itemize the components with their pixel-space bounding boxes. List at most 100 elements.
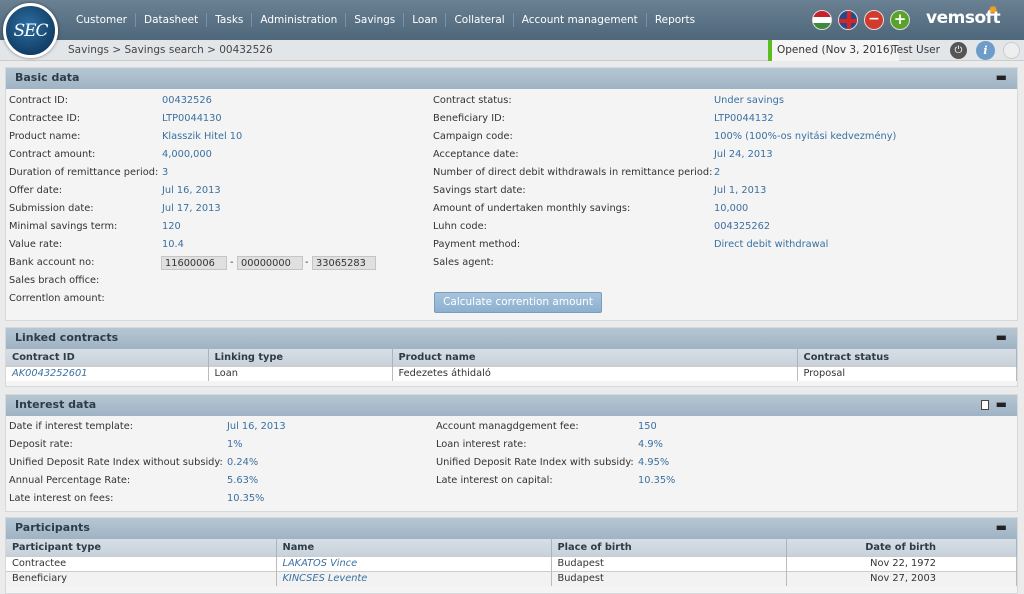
interest-data-panel: Interest data ▬ Date if interest template… xyxy=(5,394,1018,512)
basic-field-label: Contract ID: xyxy=(9,95,68,106)
interest-field-value: Jul 16, 2013 xyxy=(227,421,286,432)
panel-header[interactable]: Linked contracts ▬ xyxy=(6,328,1017,349)
menu-datasheet[interactable]: Datasheet xyxy=(136,13,208,27)
panel-header[interactable]: Interest data ▬ xyxy=(6,395,1017,416)
basic-field-value: LTP0044130 xyxy=(162,113,222,124)
basic-field-label: Acceptance date: xyxy=(433,149,519,160)
basic-field-label: Submission date: xyxy=(9,203,94,214)
user-name: Test User xyxy=(892,44,940,56)
table-cell: Nov 22, 1972 xyxy=(786,555,1017,571)
english-flag-icon[interactable] xyxy=(838,10,858,30)
basic-field-label: Beneficiary ID: xyxy=(433,113,505,124)
menu-tasks[interactable]: Tasks xyxy=(207,13,253,27)
interest-field-label: Account managdgement fee: xyxy=(436,421,579,432)
correntlon-amount-label: Correntlon amount: xyxy=(9,293,105,304)
basic-field-value: Jul 17, 2013 xyxy=(162,203,221,214)
breadcrumb-bar: Savings > Savings search > 00432526 Open… xyxy=(0,40,1024,61)
interest-field-label: Annual Percentage Rate: xyxy=(9,475,131,486)
disabled-button-icon xyxy=(1003,42,1020,59)
participant-name-link[interactable]: LAKATOS Vince xyxy=(276,555,552,571)
menu-collateral[interactable]: Collateral xyxy=(446,13,514,27)
table-cell: Nov 27, 2003 xyxy=(786,570,1017,586)
power-icon[interactable]: ⏻ xyxy=(950,42,967,59)
column-header[interactable]: Product name xyxy=(392,349,798,366)
table-cell: Budapest xyxy=(551,555,787,571)
remove-icon[interactable]: − xyxy=(864,10,884,30)
interest-field-label: Loan interest rate: xyxy=(436,439,527,450)
basic-field-label: Contractee ID: xyxy=(9,113,81,124)
column-header[interactable]: Participant type xyxy=(6,539,277,556)
panel-header[interactable]: Basic data ▬ xyxy=(6,68,1017,89)
collapse-icon[interactable]: ▬ xyxy=(996,397,1007,411)
basic-field-label: Campaign code: xyxy=(433,131,513,142)
sun-icon: ✹ xyxy=(988,3,998,17)
linked-contracts-panel: Linked contracts ▬ Contract ID Linking ty… xyxy=(5,327,1018,387)
collapse-icon[interactable]: ▬ xyxy=(996,330,1007,344)
table-cell: Budapest xyxy=(551,570,787,586)
add-icon[interactable]: + xyxy=(890,10,910,30)
basic-field-value: 00432526 xyxy=(162,95,212,106)
menu-savings[interactable]: Savings xyxy=(346,13,405,27)
app-logo[interactable]: SEC xyxy=(3,3,58,58)
info-icon[interactable]: i xyxy=(976,41,995,60)
table-cell: Proposal xyxy=(797,365,1017,381)
basic-field-label: Contract status: xyxy=(433,95,512,106)
basic-field-value: Jul 1, 2013 xyxy=(714,185,767,196)
brand-logo: vemsoft ✹ xyxy=(926,3,1001,28)
menu-loan[interactable]: Loan xyxy=(404,13,447,27)
interest-field-value: 4.9% xyxy=(638,439,663,450)
table-row[interactable]: AK0043252601 Loan Fedezetes áthidaló Pro… xyxy=(6,365,1017,381)
basic-field-label: Duration of remittance period: xyxy=(9,167,159,178)
sales-office-label: Sales brach office: xyxy=(9,275,100,286)
table-cell: Loan xyxy=(208,365,393,381)
table-cell: Fedezetes áthidaló xyxy=(392,365,798,381)
basic-data-panel: Basic data ▬ Contract ID: 00432526 Contract… xyxy=(5,67,1018,321)
participants-table: Participant type Name Place of birth Dat… xyxy=(6,539,1017,586)
bank-account-part-2[interactable]: 00000000 xyxy=(237,256,303,270)
column-header[interactable]: Contract ID xyxy=(6,349,209,366)
column-header[interactable]: Place of birth xyxy=(551,539,787,556)
main-menu: Customer Datasheet Tasks Administration … xyxy=(68,0,703,40)
document-icon[interactable] xyxy=(981,400,989,410)
column-header[interactable]: Contract status xyxy=(797,349,1017,366)
table-row[interactable]: Contractee LAKATOS Vince Budapest Nov 22… xyxy=(6,555,1017,571)
basic-field-value: 004325262 xyxy=(714,221,771,232)
basic-field-label: Luhn code: xyxy=(433,221,487,232)
top-navigation-bar: Customer Datasheet Tasks Administration … xyxy=(0,0,1024,40)
contract-id-link[interactable]: AK0043252601 xyxy=(6,365,209,381)
bank-account-part-3[interactable]: 33065283 xyxy=(312,256,376,270)
participants-panel: Participants ▬ Participant type Name Plac… xyxy=(5,517,1018,594)
basic-field-label: Product name: xyxy=(9,131,81,142)
collapse-icon[interactable]: ▬ xyxy=(996,520,1007,534)
basic-field-value: 4,000,000 xyxy=(162,149,212,160)
separator: - xyxy=(305,257,309,268)
panel-header[interactable]: Participants ▬ xyxy=(6,518,1017,539)
breadcrumb[interactable]: Savings > Savings search > 00432526 xyxy=(68,44,273,56)
basic-field-value: Jul 24, 2013 xyxy=(714,149,773,160)
menu-account-management[interactable]: Account management xyxy=(514,13,647,27)
basic-field-value: 10.4 xyxy=(162,239,184,250)
bank-account-part-1[interactable]: 11600006 xyxy=(161,256,227,270)
collapse-icon[interactable]: ▬ xyxy=(996,70,1007,84)
table-cell: Contractee xyxy=(6,555,277,571)
hungarian-flag-icon[interactable] xyxy=(812,10,832,30)
interest-field-value: 10.35% xyxy=(227,493,265,504)
menu-customer[interactable]: Customer xyxy=(68,13,137,27)
interest-field-label: Unified Deposit Rate Index without subsi… xyxy=(9,457,223,468)
menu-reports[interactable]: Reports xyxy=(647,13,703,27)
participant-name-link[interactable]: KINCSES Levente xyxy=(276,570,552,586)
interest-field-value: 0.24% xyxy=(227,457,259,468)
column-header[interactable]: Date of birth xyxy=(786,539,1017,556)
basic-field-label: Payment method: xyxy=(433,239,521,250)
basic-field-value: Under savings xyxy=(714,95,784,106)
basic-field-value: 100% (100%-os nyitási kedvezmény) xyxy=(714,131,897,142)
calculate-corrention-button[interactable]: Calculate corrention amount xyxy=(434,292,602,313)
column-header[interactable]: Name xyxy=(276,539,552,556)
basic-field-value: 10,000 xyxy=(714,203,749,214)
column-header[interactable]: Linking type xyxy=(208,349,393,366)
menu-administration[interactable]: Administration xyxy=(252,13,347,27)
basic-field-value: 2 xyxy=(714,167,721,178)
table-row[interactable]: Beneficiary KINCSES Levente Budapest Nov… xyxy=(6,570,1017,586)
interest-field-value: 4.95% xyxy=(638,457,670,468)
basic-field-value: 120 xyxy=(162,221,181,232)
